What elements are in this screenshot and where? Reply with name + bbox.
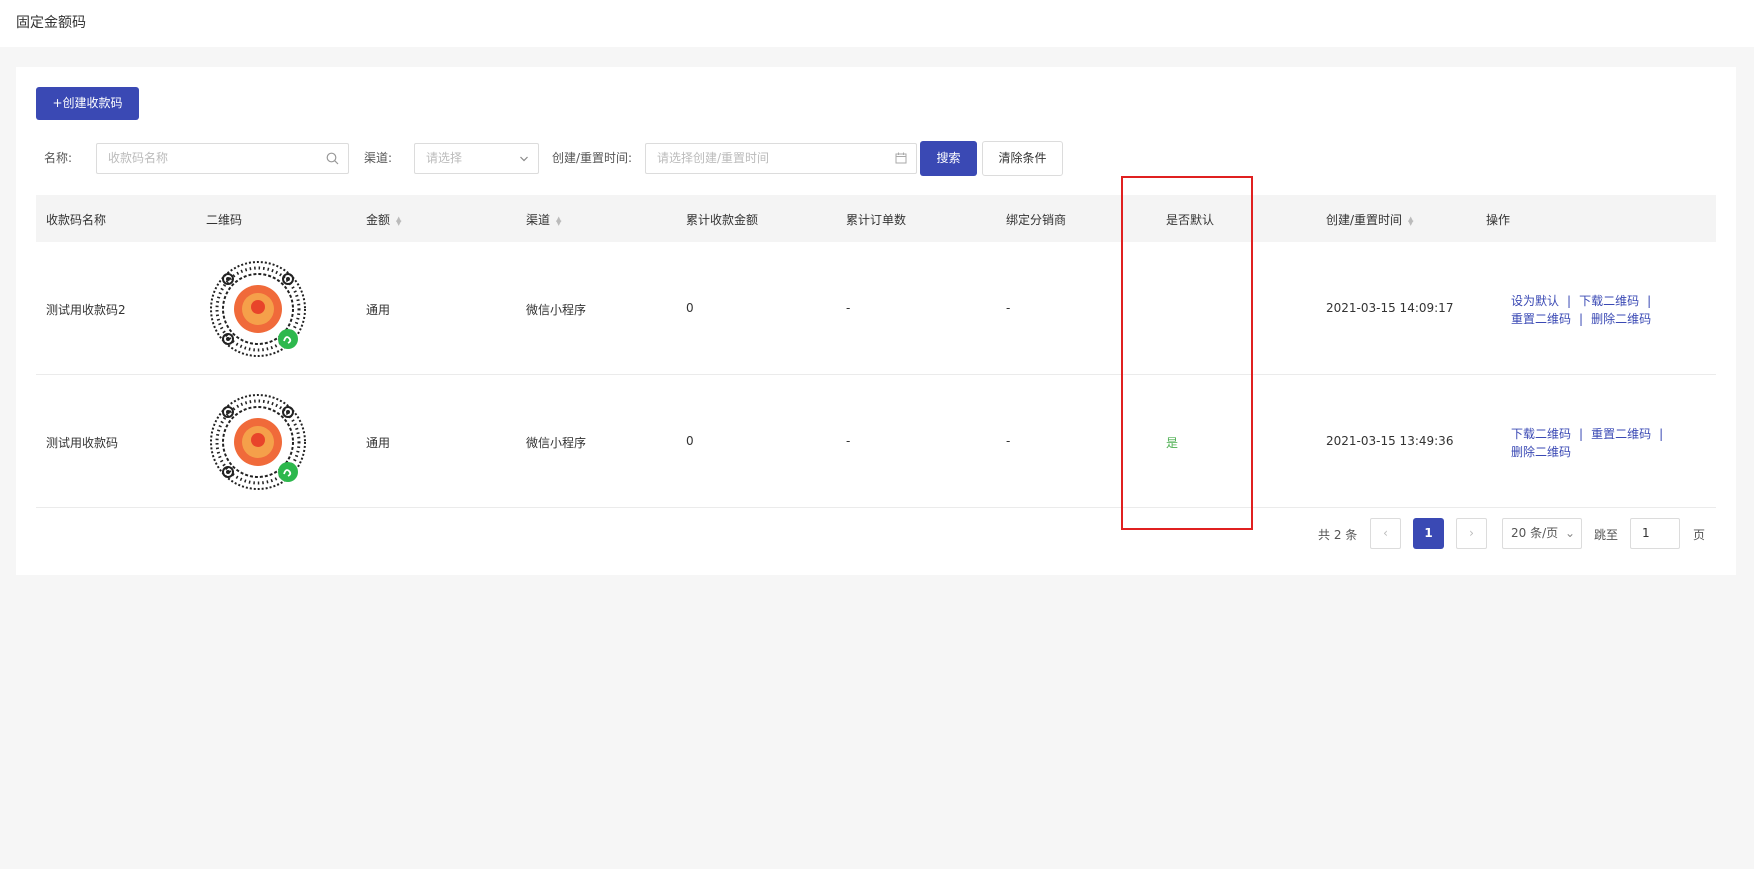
page-size-select[interactable]: 20 条/页 ⌄ — [1502, 518, 1582, 549]
col-distributor: 绑定分销商 — [1006, 213, 1067, 227]
name-filter-label: 名称: — [44, 151, 73, 165]
delete-qr-link[interactable]: 删除二维码 — [1511, 445, 1571, 459]
search-button[interactable]: 搜索 — [920, 141, 977, 176]
chevron-down-icon: ⌄ — [1564, 526, 1575, 540]
download-qr-link[interactable]: 下载二维码 — [1579, 294, 1639, 308]
col-total-amount: 累计收款金额 — [686, 213, 759, 227]
col-time-label: 创建/重置时间 — [1326, 213, 1403, 227]
table-row: 测试用收款码 通用 微信小程序 0 - - 是 2021-03-15 13:49… — [36, 375, 1716, 508]
page-header: 固定金额码 — [0, 0, 1754, 47]
chevron-right-icon[interactable]: › — [1456, 518, 1487, 549]
divider: | — [1579, 427, 1584, 441]
cell-order-count: - — [846, 301, 851, 315]
name-search-placeholder: 收款码名称 — [108, 151, 169, 165]
cell-name: 测试用收款码2 — [46, 303, 126, 317]
page-size-value: 20 条/页 — [1511, 526, 1559, 540]
col-order-count: 累计订单数 — [846, 213, 907, 227]
table-row: 测试用收款码2 通用 微信小程序 0 - - 2021-03-15 14:09:… — [36, 242, 1716, 375]
col-is-default: 是否默认 — [1166, 213, 1215, 227]
col-amount-label: 金额 — [366, 213, 391, 227]
reset-qr-link[interactable]: 重置二维码 — [1511, 312, 1571, 326]
clear-filters-button[interactable]: 清除条件 — [982, 141, 1063, 176]
chevron-down-icon — [519, 144, 529, 175]
col-channel[interactable]: 渠道 ▲ ▼ — [526, 211, 561, 228]
time-filter-label: 创建/重置时间: — [552, 151, 633, 165]
divider: | — [1647, 294, 1652, 308]
col-actions: 操作 — [1486, 213, 1511, 227]
cell-channel: 微信小程序 — [526, 436, 587, 450]
qr-code-image — [208, 392, 308, 492]
sort-icon[interactable]: ▲ ▼ — [556, 215, 561, 226]
cell-channel: 微信小程序 — [526, 303, 587, 317]
col-amount[interactable]: 金额 ▲ ▼ — [366, 211, 401, 228]
main-card: +创建收款码 名称: 收款码名称 渠道: 请选择 创建/重置时间: 请选择创建/… — [16, 67, 1736, 575]
pagination-current-page[interactable]: 1 — [1413, 518, 1444, 549]
sort-icon[interactable]: ▲ ▼ — [1408, 215, 1413, 226]
col-channel-label: 渠道 — [526, 213, 551, 227]
time-range-placeholder: 请选择创建/重置时间 — [657, 151, 770, 165]
page-suffix: 页 — [1693, 528, 1706, 542]
row-actions: 设为默认 | 下载二维码 | 重置二维码 | 删除二维码 — [1511, 292, 1711, 328]
reset-qr-link[interactable]: 重置二维码 — [1591, 427, 1651, 441]
name-search-input[interactable]: 收款码名称 — [96, 143, 349, 174]
cell-total-amount: 0 — [686, 434, 694, 448]
create-qr-button[interactable]: +创建收款码 — [36, 87, 139, 120]
sort-icon[interactable]: ▲ ▼ — [396, 215, 401, 226]
time-range-picker[interactable]: 请选择创建/重置时间 — [645, 143, 917, 174]
cell-time: 2021-03-15 13:49:36 — [1326, 434, 1454, 448]
cell-order-count: - — [846, 434, 851, 448]
divider: | — [1659, 427, 1664, 441]
cell-amount: 通用 — [366, 436, 391, 450]
jump-label: 跳至 — [1594, 528, 1619, 542]
calendar-icon — [895, 144, 907, 175]
cell-total-amount: 0 — [686, 301, 694, 315]
col-name: 收款码名称 — [46, 213, 107, 227]
download-qr-link[interactable]: 下载二维码 — [1511, 427, 1571, 441]
delete-qr-link[interactable]: 删除二维码 — [1591, 312, 1651, 326]
set-default-link[interactable]: 设为默认 — [1511, 294, 1559, 308]
channel-filter-label: 渠道: — [364, 151, 393, 165]
cell-distributor: - — [1006, 301, 1011, 315]
cell-time: 2021-03-15 14:09:17 — [1326, 301, 1454, 315]
chevron-left-icon[interactable]: ‹ — [1370, 518, 1401, 549]
col-qr: 二维码 — [206, 213, 243, 227]
divider: | — [1567, 294, 1572, 308]
divider: | — [1579, 312, 1584, 326]
qr-code-image — [208, 259, 308, 359]
col-time[interactable]: 创建/重置时间 ▲ ▼ — [1326, 211, 1413, 228]
table-header: 收款码名称 二维码 金额 ▲ ▼ 渠道 ▲ ▼ 累计收款金额 累计订单数 绑定分销商 是… — [36, 195, 1716, 242]
cell-is-default: 是 — [1166, 436, 1179, 450]
row-actions: 下载二维码 | 重置二维码 | 删除二维码 — [1511, 425, 1711, 461]
search-icon[interactable] — [326, 144, 339, 176]
page-title: 固定金额码 — [16, 15, 86, 31]
channel-select[interactable]: 请选择 — [414, 143, 539, 174]
channel-select-placeholder: 请选择 — [426, 151, 463, 165]
cell-amount: 通用 — [366, 303, 391, 317]
jump-page-input[interactable]: 1 — [1630, 518, 1680, 549]
cell-name: 测试用收款码 — [46, 436, 119, 450]
pagination-total: 共 2 条 — [1318, 528, 1358, 542]
cell-distributor: - — [1006, 434, 1011, 448]
